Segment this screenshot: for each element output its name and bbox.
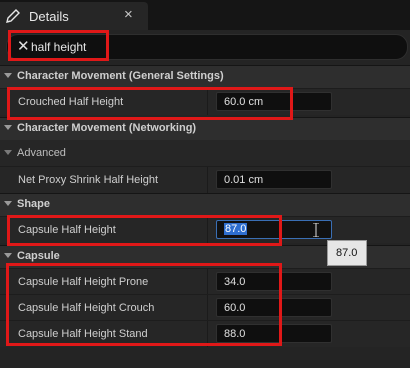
net-proxy-shrink-field[interactable] (216, 170, 332, 189)
capsule-crouch-field[interactable] (216, 298, 332, 317)
property-row-capsule-stand: Capsule Half Height Stand (0, 320, 410, 347)
search-input[interactable] (31, 38, 331, 56)
property-row-net-proxy-shrink: Net Proxy Shrink Half Height (0, 166, 410, 193)
crouched-half-height-field[interactable] (216, 92, 332, 111)
advanced-label: Advanced (17, 147, 66, 159)
column-divider[interactable] (207, 321, 208, 347)
search-box[interactable]: ✕ (6, 34, 408, 60)
property-row-crouched-half-height: Crouched Half Height (0, 88, 410, 115)
column-divider[interactable] (207, 269, 208, 295)
column-divider[interactable] (207, 167, 208, 193)
text-cursor-icon (313, 223, 319, 237)
chevron-down-icon (4, 73, 12, 78)
tab-details[interactable]: Details × (0, 2, 148, 30)
close-icon[interactable]: ✕ (17, 39, 30, 54)
chevron-down-icon (4, 253, 12, 258)
chevron-down-icon (4, 125, 12, 130)
tab-close-icon[interactable]: × (124, 7, 133, 23)
property-label: Capsule Half Height (18, 224, 116, 236)
pencil-icon (6, 9, 20, 23)
category-label: Capsule (17, 250, 60, 262)
tab-bar: Details × (0, 0, 410, 30)
property-label: Crouched Half Height (18, 96, 124, 108)
property-label: Net Proxy Shrink Half Height (18, 174, 158, 186)
property-label: Capsule Half Height Stand (18, 328, 148, 340)
property-row-capsule-half-height: Capsule Half Height 87.0 (0, 216, 410, 243)
value-tooltip: 87.0 (327, 240, 367, 266)
category-shape[interactable]: Shape (0, 193, 410, 216)
chevron-down-icon (4, 150, 12, 155)
property-label: Capsule Half Height Prone (18, 276, 149, 288)
category-label: Shape (17, 198, 51, 210)
column-divider[interactable] (207, 217, 208, 243)
category-label: Character Movement (Networking) (17, 122, 197, 134)
advanced-section[interactable]: Advanced (0, 140, 410, 166)
selected-text: 87.0 (224, 223, 248, 235)
category-networking[interactable]: Character Movement (Networking) (0, 117, 410, 140)
category-general-settings[interactable]: Character Movement (General Settings) (0, 65, 410, 88)
property-row-capsule-crouch: Capsule Half Height Crouch (0, 294, 410, 321)
chevron-down-icon (4, 201, 12, 206)
column-divider[interactable] (207, 295, 208, 321)
capsule-stand-field[interactable] (216, 324, 332, 343)
column-divider[interactable] (207, 89, 208, 115)
tab-title: Details (29, 8, 69, 24)
property-label: Capsule Half Height Crouch (18, 302, 155, 314)
category-label: Character Movement (General Settings) (17, 70, 224, 82)
property-row-capsule-prone: Capsule Half Height Prone (0, 268, 410, 295)
search-row: ✕ (0, 30, 410, 64)
capsule-prone-field[interactable] (216, 272, 332, 291)
